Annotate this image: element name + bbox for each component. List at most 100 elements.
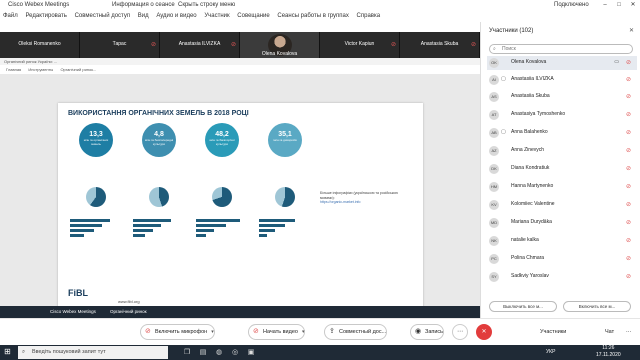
mic-muted-icon[interactable]: ⊘ bbox=[626, 219, 631, 226]
panel-close-icon[interactable]: ✕ bbox=[629, 27, 634, 34]
participant-row[interactable]: AB ▢ Anna Balahenko ⊘ bbox=[487, 126, 637, 140]
menu-share[interactable]: Совместный доступ bbox=[75, 13, 131, 19]
taskbar-search-input[interactable]: ⌕ Введіть пошуковий запит тут bbox=[18, 346, 168, 359]
mic-muted-icon[interactable]: ⊘ bbox=[626, 59, 631, 66]
unmute-all-button[interactable]: Включить все м... bbox=[563, 301, 631, 312]
clock-time: 11:26 bbox=[602, 345, 615, 351]
menu-edit[interactable]: Редактировать bbox=[25, 13, 66, 19]
mic-muted-icon[interactable]: ⊘ bbox=[626, 165, 631, 172]
mic-muted-icon[interactable]: ⊘ bbox=[626, 147, 631, 154]
menu-view[interactable]: Вид bbox=[138, 13, 149, 19]
stat-text bbox=[133, 161, 186, 185]
menu-help[interactable]: Справка bbox=[357, 13, 381, 19]
participant-row[interactable]: AI ▢ Anastasiia ILVIZKA ⊘ bbox=[487, 73, 637, 87]
notes-link[interactable]: https://organic-market.info bbox=[320, 200, 360, 204]
menu-participant[interactable]: Участник bbox=[204, 13, 229, 19]
hide-menu-bar-button[interactable]: Скрыть строку меню bbox=[178, 0, 235, 10]
participant-row[interactable]: PC Polina Chmara ⊘ bbox=[487, 252, 637, 266]
mic-muted-icon: ⊘ bbox=[150, 42, 156, 48]
participant-row[interactable]: AZ Anna Zinevych ⊘ bbox=[487, 144, 637, 158]
video-tile[interactable]: Victor Kapiun ⊘ bbox=[320, 32, 400, 58]
stat-label: млн га безпосередні культури bbox=[144, 138, 174, 146]
bar bbox=[70, 219, 110, 222]
tile-name: Anastasia Skuba bbox=[420, 41, 459, 47]
participant-row[interactable]: SY Sadkviy Yaroslav ⊘ bbox=[487, 270, 637, 284]
bar bbox=[70, 229, 94, 232]
participant-row[interactable]: NK natalie kalka ⊘ bbox=[487, 234, 637, 248]
mic-muted-icon[interactable]: ⊘ bbox=[626, 201, 631, 208]
chat-toggle[interactable]: Чат bbox=[605, 329, 614, 335]
shared-taskbar-tab: Cisco Webex Meetings bbox=[50, 309, 96, 314]
start-video-button[interactable]: ⊘ Начать видео ▾ bbox=[248, 324, 306, 340]
stat-column: 48,2 млн га багаторічні культури bbox=[196, 123, 249, 239]
keyboard-language[interactable]: УКР bbox=[546, 346, 555, 359]
more-icon[interactable]: ⋯ bbox=[626, 329, 632, 335]
mic-muted-icon[interactable]: ⊘ bbox=[626, 273, 631, 280]
record-button[interactable]: ◉ Запись bbox=[410, 324, 445, 340]
doc-tab-tools[interactable]: Инструменты bbox=[28, 67, 53, 72]
participant-row[interactable]: AS Anastasiia Skuba ⊘ bbox=[487, 90, 637, 104]
webex-icon[interactable]: ◎ bbox=[228, 346, 242, 359]
mic-muted-icon[interactable]: ⊘ bbox=[626, 237, 631, 244]
menu-meeting[interactable]: Совещание bbox=[237, 13, 269, 19]
avatar: AS bbox=[489, 92, 499, 102]
participant-row[interactable]: MD Mariana Durydāka ⊘ bbox=[487, 216, 637, 230]
search-placeholder: Поиск bbox=[502, 46, 516, 52]
participant-row[interactable]: AT Anastasiya Tymoshenko ⊘ bbox=[487, 108, 637, 122]
mic-muted-icon[interactable]: ⊘ bbox=[626, 93, 631, 100]
bar bbox=[196, 229, 214, 232]
bar bbox=[196, 234, 206, 237]
task-view-icon[interactable]: ❐ bbox=[180, 346, 194, 359]
stat-text bbox=[259, 161, 312, 185]
unmute-button[interactable]: ⊘ Включить микрофон ▾ bbox=[140, 324, 215, 340]
end-call-button[interactable]: ✕ bbox=[476, 324, 492, 340]
bar-group bbox=[133, 219, 186, 237]
video-tile[interactable]: Oleksi Romanenko bbox=[0, 32, 80, 58]
mic-muted-icon[interactable]: ⊘ bbox=[626, 255, 631, 262]
donut-chart bbox=[212, 187, 232, 207]
participant-row[interactable]: KV Kolomiiec Valentine ⊘ bbox=[487, 198, 637, 212]
participant-row[interactable]: DK Diana Kondratiuk ⊘ bbox=[487, 162, 637, 176]
menu-breakout[interactable]: Сеансы работы в группах bbox=[277, 13, 349, 19]
presenting-icon: ▢ bbox=[501, 76, 506, 82]
video-tile[interactable]: Anastasia Skuba ⊘ bbox=[400, 32, 480, 58]
close-icon[interactable]: ✕ bbox=[626, 0, 640, 10]
more-options-button[interactable]: ⋯ bbox=[452, 324, 468, 340]
participant-search-input[interactable]: ⌕ Поиск bbox=[489, 44, 633, 54]
file-explorer-icon[interactable]: ▤ bbox=[196, 346, 210, 359]
bar bbox=[196, 224, 226, 227]
participant-name: natalie kalka bbox=[511, 237, 539, 243]
windows-start-icon[interactable]: ⊞ bbox=[4, 347, 11, 356]
stat-value: 4,8 bbox=[154, 131, 164, 138]
video-tile-active-speaker[interactable]: Olena Kovalova bbox=[240, 32, 320, 58]
video-tile[interactable]: Тарас ⊘ bbox=[80, 32, 160, 58]
participant-name: Olena Kovalova bbox=[511, 59, 547, 65]
slide: ВИКОРИСТАННЯ ОРГАНІЧНИХ ЗЕМЕЛЬ В 2018 РО… bbox=[58, 103, 423, 308]
menu-file[interactable]: Файл bbox=[3, 13, 18, 19]
mic-muted-icon[interactable]: ⊘ bbox=[626, 111, 631, 118]
chevron-down-icon[interactable]: ▾ bbox=[211, 329, 214, 335]
share-button[interactable]: ⇪ Совместный дос... bbox=[324, 324, 388, 340]
donut-chart bbox=[275, 187, 295, 207]
chevron-down-icon[interactable]: ▾ bbox=[302, 329, 305, 335]
mic-muted-icon[interactable]: ⊘ bbox=[626, 76, 631, 83]
participants-toggle[interactable]: Участники bbox=[540, 329, 566, 335]
video-tile[interactable]: Anastasia ILVIZKA ⊘ bbox=[160, 32, 240, 58]
mic-muted-icon[interactable]: ⊘ bbox=[626, 183, 631, 190]
minimize-icon[interactable]: – bbox=[598, 0, 612, 10]
taskbar-search-placeholder: Введіть пошуковий запит тут bbox=[32, 349, 106, 355]
acrobat-icon[interactable]: ▣ bbox=[244, 346, 258, 359]
menu-audio-video[interactable]: Аудио и видео bbox=[156, 13, 196, 19]
taskbar-clock[interactable]: 11:26 17.11.2020 bbox=[596, 345, 621, 359]
stat-label: млн га дикоросів bbox=[273, 138, 297, 142]
participant-name: Anastasiia Skuba bbox=[511, 93, 550, 99]
doc-tab-home[interactable]: Главная bbox=[6, 67, 21, 72]
maximize-icon[interactable]: □ bbox=[612, 0, 626, 10]
browser-icon[interactable]: ◍ bbox=[212, 346, 226, 359]
session-info-button[interactable]: Информация о сеансе bbox=[112, 0, 175, 10]
mute-all-button[interactable]: Выключить все м... bbox=[489, 301, 557, 312]
mic-muted-icon[interactable]: ⊘ bbox=[626, 129, 631, 136]
participant-row[interactable]: HM Hanna Martynenko ⊘ bbox=[487, 180, 637, 194]
participant-row[interactable]: OK Olena Kovalova ▭ ⊘ bbox=[487, 56, 637, 70]
doc-tab-file[interactable]: Органічний ринок... bbox=[60, 67, 96, 72]
